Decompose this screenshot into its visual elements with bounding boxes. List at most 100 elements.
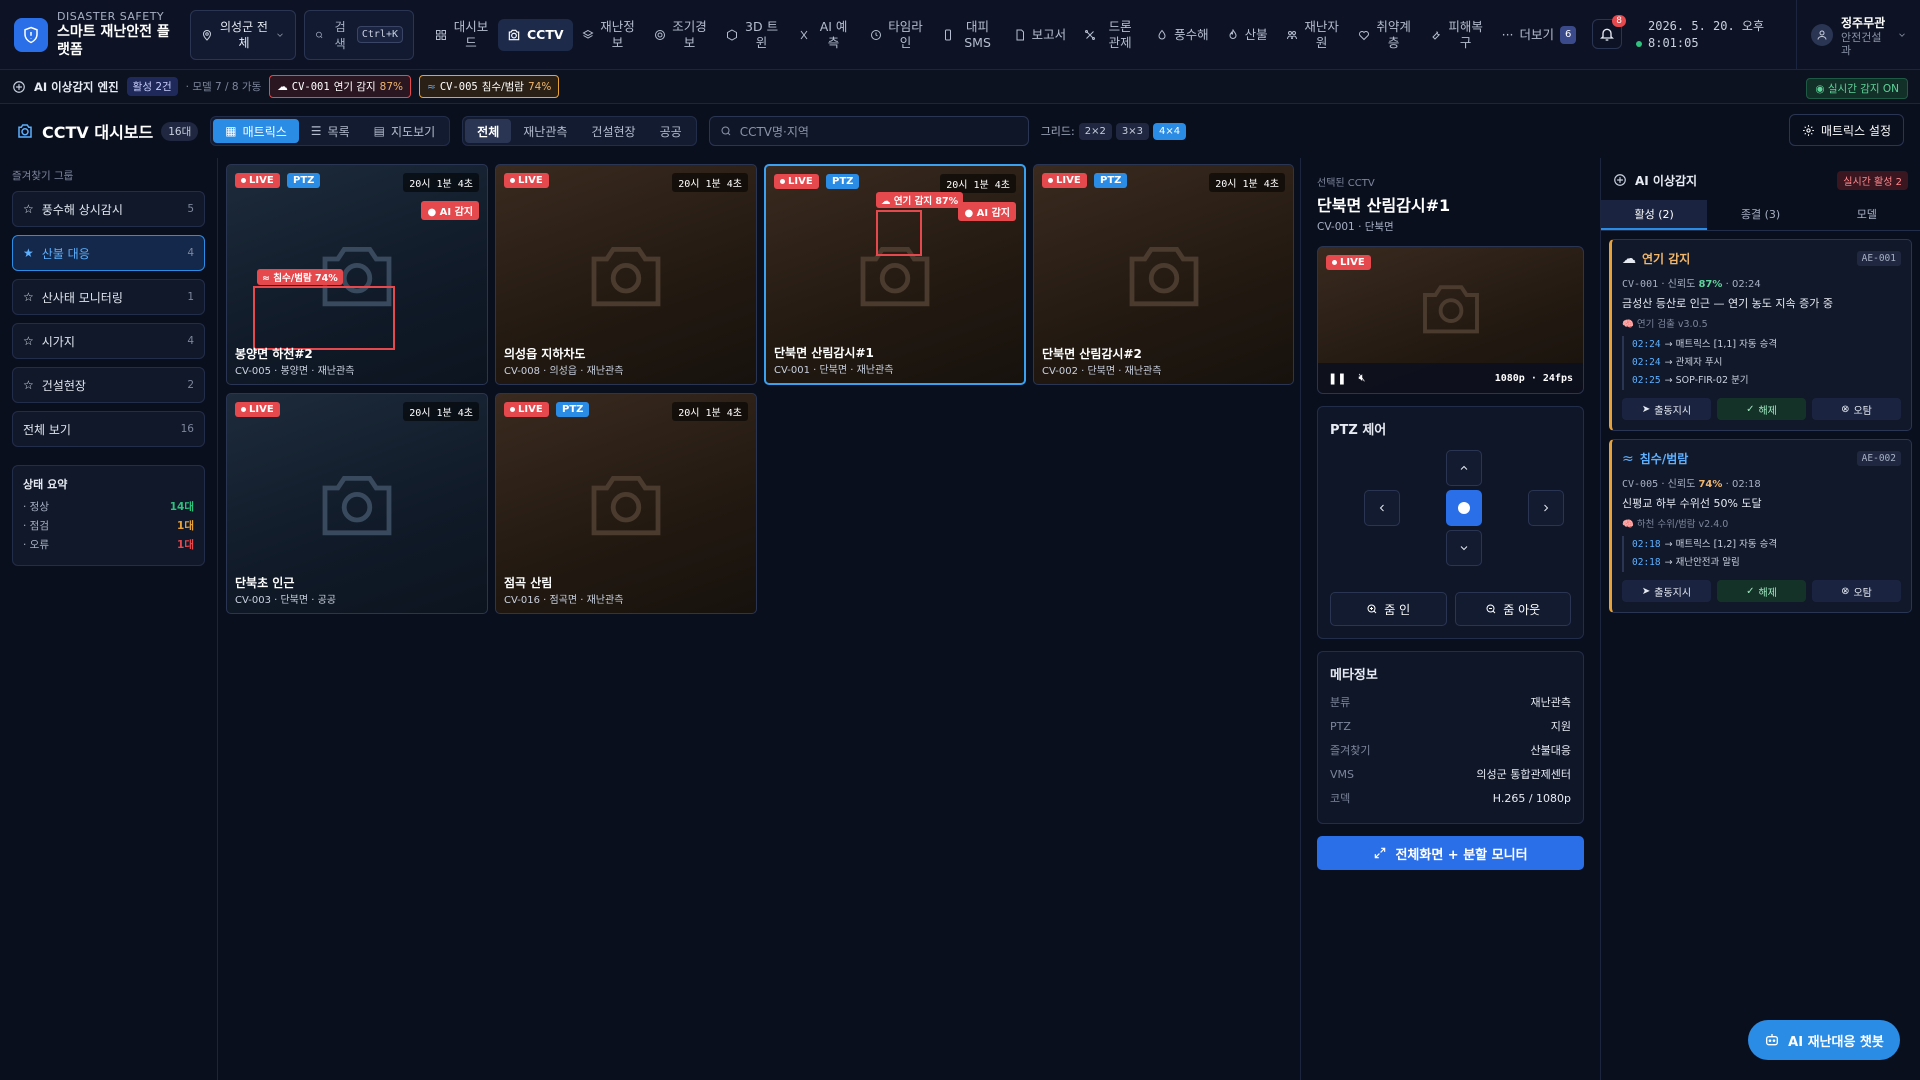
resolve-button[interactable]: ✓ 해제 bbox=[1717, 580, 1806, 602]
ptz-up-button[interactable] bbox=[1446, 450, 1482, 486]
favorite-group-item[interactable]: ☆ 풍수해 상시감시 5 bbox=[12, 191, 205, 227]
filter-public[interactable]: 공공 bbox=[648, 119, 694, 143]
ptz-badge: PTZ bbox=[287, 173, 321, 188]
filter-all[interactable]: 전체 bbox=[465, 119, 512, 143]
cctv-search-input[interactable]: CCTV명·지역 bbox=[708, 116, 1029, 146]
favorite-group-item[interactable]: ☆ 산사태 모니터링 1 bbox=[12, 279, 205, 315]
cctv-tile[interactable]: LIVE PTZ 20시 1분 4초 ● AI 감지 ≈ 침수/범람 74% 봉… bbox=[226, 164, 488, 385]
dispatch-button[interactable]: ➤ 출동지시 bbox=[1622, 398, 1711, 420]
filter-construction[interactable]: 건설현장 bbox=[579, 119, 647, 143]
nav-report[interactable]: 보고서 bbox=[1005, 19, 1076, 51]
realtime-detection-toggle[interactable]: ◉ 실시간 감지 ON bbox=[1806, 78, 1908, 99]
resolve-button[interactable]: ✓ 해제 bbox=[1717, 398, 1806, 420]
fav-label: 산사태 모니터링 bbox=[41, 290, 123, 305]
grid-2x2-button[interactable]: 2×2 bbox=[1078, 122, 1112, 140]
tab-closed[interactable]: 종결 (3) bbox=[1707, 200, 1813, 230]
favorite-group-item[interactable]: ☆ 건설현장 2 bbox=[12, 367, 205, 403]
nav-disaster-info[interactable]: 재난정보 bbox=[573, 19, 645, 51]
ai-tabs: 활성 (2) 종결 (3) 모델 bbox=[1601, 200, 1920, 231]
fullscreen-split-button[interactable]: 전체화면 + 분할 모니터 bbox=[1317, 836, 1584, 870]
global-search-button[interactable]: 검색 Ctrl+K bbox=[304, 9, 414, 60]
summary-value: 1대 bbox=[177, 520, 194, 532]
nav-label: 풍수해 bbox=[1174, 26, 1209, 42]
selected-cctv-meta: CV-001 · 단북면 bbox=[1317, 221, 1394, 233]
show-all-item[interactable]: 전체 보기 16 bbox=[12, 411, 205, 447]
nav-more[interactable]: ··· 더보기 6 bbox=[1493, 19, 1586, 51]
user-menu[interactable]: 정주무관 안전건설과 bbox=[1796, 0, 1920, 70]
chatbot-label: AI 재난대응 챗봇 bbox=[1788, 1034, 1884, 1050]
anomaly-card[interactable]: ☁ 연기 감지 AE-001 CV-001 · 신뢰도 87% · 02:24 … bbox=[1609, 239, 1912, 431]
nav-cctv[interactable]: CCTV bbox=[498, 18, 573, 51]
live-badge: LIVE bbox=[1326, 255, 1371, 270]
ptz-right-button[interactable] bbox=[1528, 490, 1564, 526]
alert-pill-smoke[interactable]: ☁ CV-001 연기 감지 87% bbox=[269, 75, 412, 98]
cctv-tile[interactable]: LIVE PTZ 20시 1분 4초 단북면 산림감시#2 CV-002 · 단… bbox=[1033, 164, 1294, 385]
ptz-home-button[interactable] bbox=[1446, 490, 1482, 526]
tile-name: 봉양면 하천#2 bbox=[235, 347, 313, 361]
nav-ai-prediction[interactable]: AI 예측 bbox=[789, 19, 861, 51]
settings-label: 매트릭스 설정 bbox=[1820, 123, 1891, 138]
favorite-group-item[interactable]: ★ 산불 대응 4 bbox=[12, 235, 205, 271]
pause-icon[interactable]: ❚❚ bbox=[1328, 372, 1346, 385]
cctv-tile[interactable]: LIVE PTZ 20시 1분 4초 점곡 산림 CV-016 · 점곡면 · … bbox=[495, 393, 757, 614]
false-alarm-button[interactable]: ⊗ 오탐 bbox=[1812, 398, 1901, 420]
ai-icon bbox=[800, 30, 807, 39]
nav-evac-sms[interactable]: 대피 SMS bbox=[933, 19, 1005, 51]
alert-pill-flood[interactable]: ≈ CV-005 침수/범람 74% bbox=[419, 75, 560, 98]
cctv-tile[interactable]: LIVE 20시 1분 4초 단북초 인근 CV-003 · 단북면 · 공공 bbox=[226, 393, 488, 614]
cube-icon bbox=[726, 28, 737, 41]
detection-box bbox=[253, 286, 395, 350]
dispatch-button[interactable]: ➤ 출동지시 bbox=[1622, 580, 1711, 602]
view-matrix-button[interactable]: ▦ 매트릭스 bbox=[213, 119, 299, 143]
smoke-icon: ☁ bbox=[277, 80, 288, 93]
cctv-tile-selected[interactable]: LIVE PTZ 20시 1분 4초 ☁ 연기 감지 87% ● AI 감지 단… bbox=[764, 164, 1026, 385]
tile-meta: CV-003 · 단북면 · 공공 bbox=[235, 595, 337, 606]
ptz-down-button[interactable] bbox=[1446, 530, 1482, 566]
ai-chatbot-button[interactable]: AI 재난대응 챗봇 bbox=[1748, 1020, 1900, 1060]
fav-count: 4 bbox=[187, 335, 194, 347]
ai-detect-badge: ● AI 감지 bbox=[958, 202, 1016, 221]
ai-active-badge: 실시간 활성 2 bbox=[1837, 170, 1908, 190]
nav-drone[interactable]: 드론 관제 bbox=[1075, 19, 1147, 51]
mute-icon[interactable]: 🔇︎ bbox=[1358, 371, 1365, 385]
nav-early-warning[interactable]: 조기경보 bbox=[645, 19, 717, 51]
nav-storm[interactable]: 풍수해 bbox=[1147, 19, 1218, 51]
chevron-up-icon bbox=[1460, 465, 1468, 470]
live-badge: LIVE bbox=[1042, 173, 1087, 188]
zoom-out-button[interactable]: 줌 아웃 bbox=[1454, 592, 1571, 626]
region-select[interactable]: 의성군 전체 bbox=[190, 9, 296, 60]
nav-wildfire[interactable]: 산불 bbox=[1218, 19, 1277, 51]
camera-placeholder-icon bbox=[591, 475, 661, 535]
favorite-group-item[interactable]: ☆ 시가지 4 bbox=[12, 323, 205, 359]
filter-observation[interactable]: 재난관측 bbox=[511, 119, 579, 143]
cctv-tile[interactable]: LIVE 20시 1분 4초 의성읍 지하차도 CV-008 · 의성읍 · 재… bbox=[495, 164, 757, 385]
matrix-settings-button[interactable]: 매트릭스 설정 bbox=[1788, 114, 1904, 146]
grid-4x4-button[interactable]: 4×4 bbox=[1152, 122, 1187, 140]
nav-dashboard[interactable]: 대시보드 bbox=[426, 19, 498, 51]
live-preview[interactable]: LIVE ❚❚ 🔇︎ 1080p · 24fps bbox=[1317, 246, 1584, 394]
tab-active[interactable]: 활성 (2) bbox=[1601, 200, 1708, 230]
view-map-button[interactable]: ▤ 지도보기 bbox=[362, 119, 448, 143]
list-icon: ☰ bbox=[310, 124, 322, 138]
camera-icon bbox=[18, 124, 32, 138]
nav-timeline[interactable]: 타임라인 bbox=[861, 19, 933, 51]
favorites-group-label: 즐겨찾기 그룹 bbox=[12, 170, 74, 182]
nav-resources[interactable]: 재난자원 bbox=[1277, 19, 1349, 51]
anomaly-card[interactable]: ≈ 침수/범람 AE-002 CV-005 · 신뢰도 74% · 02:18 … bbox=[1609, 439, 1912, 613]
check-icon: ✓ bbox=[1746, 403, 1755, 415]
clock: 2026. 5. 20. 오후 8:01:05 bbox=[1636, 18, 1764, 52]
brand[interactable]: DISASTER SAFETY 스마트 재난안전 플랫폼 bbox=[0, 0, 182, 69]
nav-recovery[interactable]: 피해복구 bbox=[1421, 19, 1493, 51]
grid-3x3-button[interactable]: 3×3 bbox=[1115, 122, 1149, 140]
false-alarm-button[interactable]: ⊗ 오탐 bbox=[1812, 580, 1901, 602]
view-list-button[interactable]: ☰ 목록 bbox=[299, 119, 362, 143]
zoom-in-button[interactable]: 줌 인 bbox=[1330, 592, 1447, 626]
clock-time: 8:01:05 bbox=[1648, 36, 1699, 50]
nav-vulnerable[interactable]: 취약계층 bbox=[1349, 19, 1421, 51]
chevron-down-icon bbox=[277, 32, 283, 37]
smoke-icon: ☁ bbox=[1622, 250, 1636, 267]
notification-button[interactable]: 8 bbox=[1592, 15, 1626, 49]
nav-3d-twin[interactable]: 3D 트윈 bbox=[717, 19, 789, 51]
tab-models[interactable]: 모델 bbox=[1814, 200, 1920, 230]
ptz-left-button[interactable] bbox=[1364, 490, 1400, 526]
